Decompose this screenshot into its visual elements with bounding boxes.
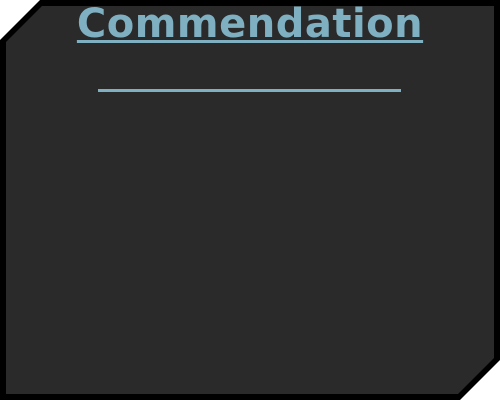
commendation-panel xyxy=(6,6,494,394)
panel-title: Commendation xyxy=(76,1,424,47)
title-divider xyxy=(98,89,401,92)
